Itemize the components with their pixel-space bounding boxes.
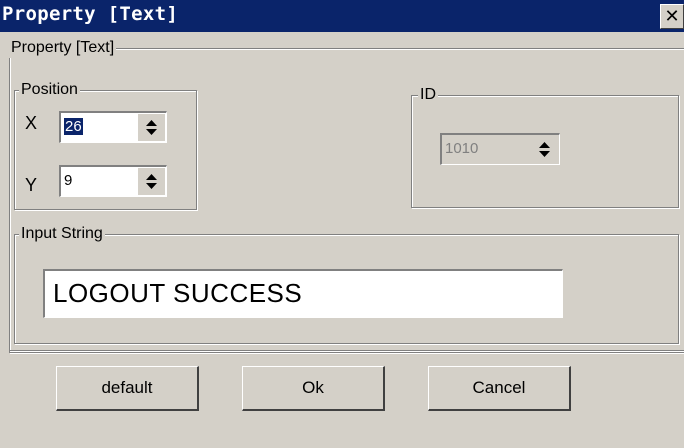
input-string-group: Input String LOGOUT SUCCESS bbox=[14, 224, 679, 344]
y-value[interactable]: 9 bbox=[64, 172, 72, 189]
id-spinner[interactable]: 1010 bbox=[440, 133, 560, 165]
y-spinner-buttons[interactable] bbox=[138, 168, 165, 195]
close-icon: ✕ bbox=[664, 6, 680, 26]
spinner-arrows-icon bbox=[539, 142, 550, 157]
id-group: ID 1010 bbox=[411, 85, 679, 208]
input-string-field[interactable]: LOGOUT SUCCESS bbox=[43, 269, 563, 318]
window-title: Property [Text] bbox=[2, 3, 179, 25]
x-spinner-buttons[interactable] bbox=[138, 114, 165, 141]
separator bbox=[10, 350, 684, 352]
ok-button[interactable]: Ok bbox=[242, 366, 385, 411]
x-spinner[interactable]: 26 bbox=[59, 111, 167, 143]
close-button[interactable]: ✕ bbox=[660, 4, 684, 29]
x-value[interactable]: 26 bbox=[64, 118, 83, 135]
x-label: X bbox=[25, 113, 38, 133]
cancel-button[interactable]: Cancel bbox=[428, 366, 571, 411]
title-bar[interactable]: Property [Text] ✕ bbox=[0, 0, 684, 32]
spinner-arrows-icon bbox=[146, 174, 157, 189]
id-group-legend: ID bbox=[418, 85, 438, 105]
y-spinner[interactable]: 9 bbox=[59, 165, 167, 197]
position-group-legend: Position bbox=[19, 80, 80, 100]
id-value: 1010 bbox=[445, 140, 479, 157]
default-button[interactable]: default bbox=[56, 366, 199, 411]
property-group-legend: Property [Text] bbox=[9, 38, 117, 58]
id-spinner-buttons[interactable] bbox=[531, 136, 558, 163]
spinner-arrows-icon bbox=[146, 120, 157, 135]
input-string-legend: Input String bbox=[19, 224, 105, 244]
y-label: Y bbox=[25, 175, 38, 195]
position-group: Position X 26 Y 9 bbox=[14, 80, 197, 210]
